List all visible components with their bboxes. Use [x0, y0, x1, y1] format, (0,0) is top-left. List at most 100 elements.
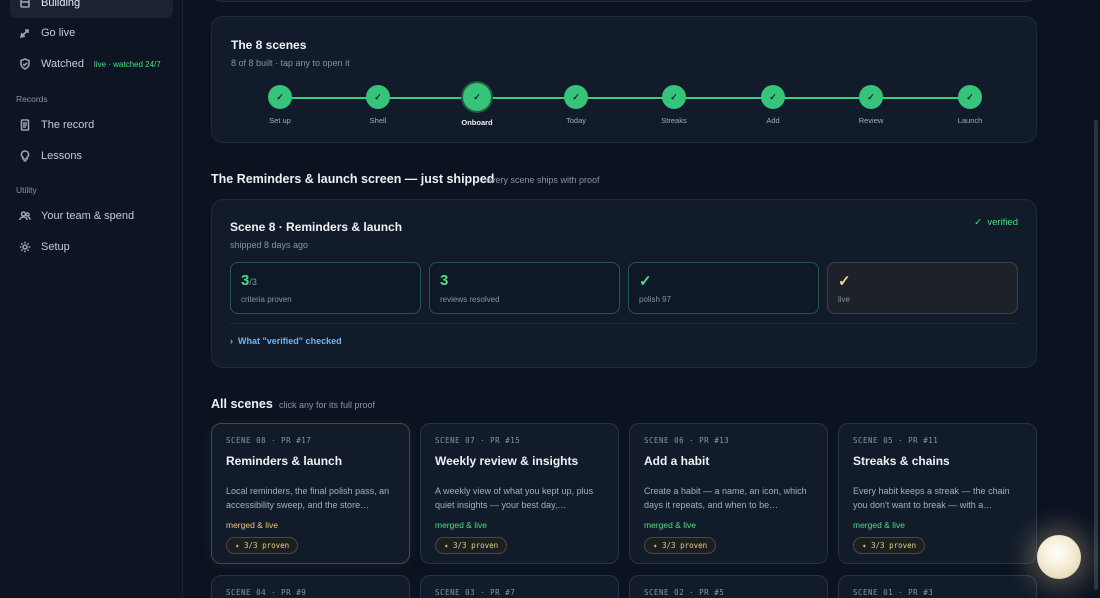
scene-description: Create a habit — a name, an icon, which …	[644, 486, 807, 510]
scene-card-06[interactable]: SCENE 06 · PR #13 Add a habit Create a h…	[629, 423, 828, 564]
step-add[interactable]: ✓ Add	[733, 85, 813, 125]
sidebar-item-the-record[interactable]: The record	[10, 110, 173, 140]
step-launch[interactable]: ✓ Launch	[930, 85, 1010, 125]
step-shell[interactable]: ✓ Shell	[338, 85, 418, 125]
check-icon: ✓	[366, 85, 390, 109]
proven-badge: ✦ 3/3 proven	[226, 537, 299, 554]
sidebar-item-go-live[interactable]: Go live	[10, 18, 173, 48]
step-label: Shell	[369, 116, 387, 125]
sidebar-item-lessons[interactable]: Lessons	[10, 141, 173, 171]
verified-badge: ✓ verified	[974, 217, 1018, 228]
stat-caption: live	[838, 295, 851, 304]
step-label: Launch	[957, 116, 983, 125]
scene-meta: SCENE 02 · PR #5	[644, 588, 725, 597]
check-icon: ✓	[639, 273, 652, 290]
step-label: Onboard	[461, 118, 493, 127]
divider	[230, 323, 1018, 324]
stat-reviews[interactable]: 3 reviews resolved	[429, 262, 620, 314]
check-icon: ✓	[268, 85, 292, 109]
step-label: Streaks	[661, 116, 687, 125]
check-icon: ✓	[974, 217, 983, 228]
users-icon	[19, 210, 31, 222]
step-onboard[interactable]: ✓ Onboard	[437, 83, 517, 127]
step-review[interactable]: ✓ Review	[831, 85, 911, 125]
sidebar-item-label: Lessons	[41, 150, 82, 162]
check-icon: ✓	[859, 85, 883, 109]
check-icon: ✓	[463, 83, 491, 111]
stat-caption: criteria proven	[241, 295, 292, 304]
scene-status: merged & live	[226, 520, 278, 530]
sidebar-item-label: Setup	[41, 241, 70, 253]
scene-card-01[interactable]: SCENE 01 · PR #3	[838, 575, 1037, 598]
scenes-overview-title: The 8 scenes	[231, 38, 307, 52]
sidebar-item-team-spend[interactable]: Your team & spend	[10, 201, 173, 231]
scene-status: merged & live	[853, 520, 905, 530]
scenes-overview-subtitle: 8 of 8 built · tap any to open it	[231, 58, 350, 68]
link-label: What "verified" checked	[238, 336, 342, 346]
just-shipped-heading: The Reminders & launch screen — just shi…	[211, 172, 495, 186]
scene-card-05[interactable]: SCENE 05 · PR #11 Streaks & chains Every…	[838, 423, 1037, 564]
sidebar-item-label: Go live	[41, 27, 76, 39]
stat-criteria[interactable]: 3/3 criteria proven	[230, 262, 421, 314]
sidebar-item-building[interactable]: Building	[10, 0, 173, 18]
watched-status: live · watched 24/7	[94, 59, 161, 69]
gear-icon	[19, 241, 31, 253]
sidebar-item-label: Your team & spend	[41, 210, 135, 222]
shipped-scene-card: Scene 8 · Reminders & launch shipped 8 d…	[211, 199, 1037, 368]
step-today[interactable]: ✓ Today	[536, 85, 616, 125]
step-streaks[interactable]: ✓ Streaks	[634, 85, 714, 125]
chevron-right-icon: ›	[230, 336, 233, 346]
scrollbar[interactable]	[1094, 120, 1098, 590]
section-label-utility: Utility	[16, 185, 37, 195]
stat-value: 3	[440, 272, 449, 289]
scene-card-08[interactable]: SCENE 08 · PR #17 Reminders & launch Loc…	[211, 423, 410, 564]
check-icon: ✓	[761, 85, 785, 109]
verified-details-link[interactable]: › What "verified" checked	[230, 336, 342, 346]
scene-title: Weekly review & insights	[435, 454, 579, 468]
document-icon	[19, 119, 31, 131]
stat-polish[interactable]: ✓ polish 97	[628, 262, 819, 314]
rocket-icon	[19, 27, 31, 39]
step-label: Set up	[269, 116, 291, 125]
previous-card	[211, 0, 1037, 2]
scene-status: merged & live	[644, 520, 696, 530]
lightbulb-icon	[19, 150, 31, 162]
scene-card-04[interactable]: SCENE 04 · PR #9	[211, 575, 410, 598]
scene-description: Local reminders, the final polish pass, …	[226, 486, 390, 510]
scene-meta: SCENE 04 · PR #9	[226, 588, 307, 597]
scene-card-03[interactable]: SCENE 03 · PR #7	[420, 575, 619, 598]
scene-description: Every habit keeps a streak — the chain y…	[853, 486, 1010, 510]
box-icon	[19, 0, 31, 9]
scene-status: merged & live	[435, 520, 487, 530]
scene-meta: SCENE 01 · PR #3	[853, 588, 934, 597]
scene-title: Reminders & launch	[226, 454, 343, 468]
all-scenes-subheading: click any for its full proof	[279, 400, 376, 410]
scene-meta: SCENE 05 · PR #11	[853, 436, 939, 445]
check-icon: ✓	[662, 85, 686, 109]
scene-card-02[interactable]: SCENE 02 · PR #5	[629, 575, 828, 598]
shield-icon	[19, 58, 31, 70]
all-scenes-heading: All scenes	[211, 397, 273, 411]
step-label: Today	[565, 116, 586, 125]
sidebar-item-label: The record	[41, 119, 95, 131]
scene-meta: SCENE 03 · PR #7	[435, 588, 516, 597]
scene-meta: SCENE 07 · PR #15	[435, 436, 521, 445]
check-icon: ✓	[838, 273, 851, 290]
proven-badge: ✦ 3/3 proven	[435, 537, 508, 554]
scene-card-07[interactable]: SCENE 07 · PR #15 Weekly review & insigh…	[420, 423, 619, 564]
step-label: Add	[766, 116, 780, 125]
sidebar: Building Go live Watched live · watched …	[0, 0, 183, 598]
scenes-overview-card: The 8 scenes 8 of 8 built · tap any to o…	[211, 16, 1037, 143]
just-shipped-subheading: every scene ships with proof	[486, 175, 600, 185]
assistant-orb-button[interactable]	[1037, 535, 1081, 579]
sidebar-item-watched[interactable]: Watched live · watched 24/7	[10, 49, 173, 79]
step-set-up[interactable]: ✓ Set up	[240, 85, 320, 125]
sidebar-item-setup[interactable]: Setup	[10, 232, 173, 262]
check-icon: ✓	[958, 85, 982, 109]
check-icon: ✓	[564, 85, 588, 109]
scene-title: Add a habit	[644, 454, 710, 468]
stat-live[interactable]: ✓ live	[827, 262, 1018, 314]
scene-meta: SCENE 08 · PR #17	[226, 436, 312, 445]
scene-title: Streaks & chains	[853, 454, 950, 468]
proven-badge: ✦ 3/3 proven	[644, 537, 717, 554]
